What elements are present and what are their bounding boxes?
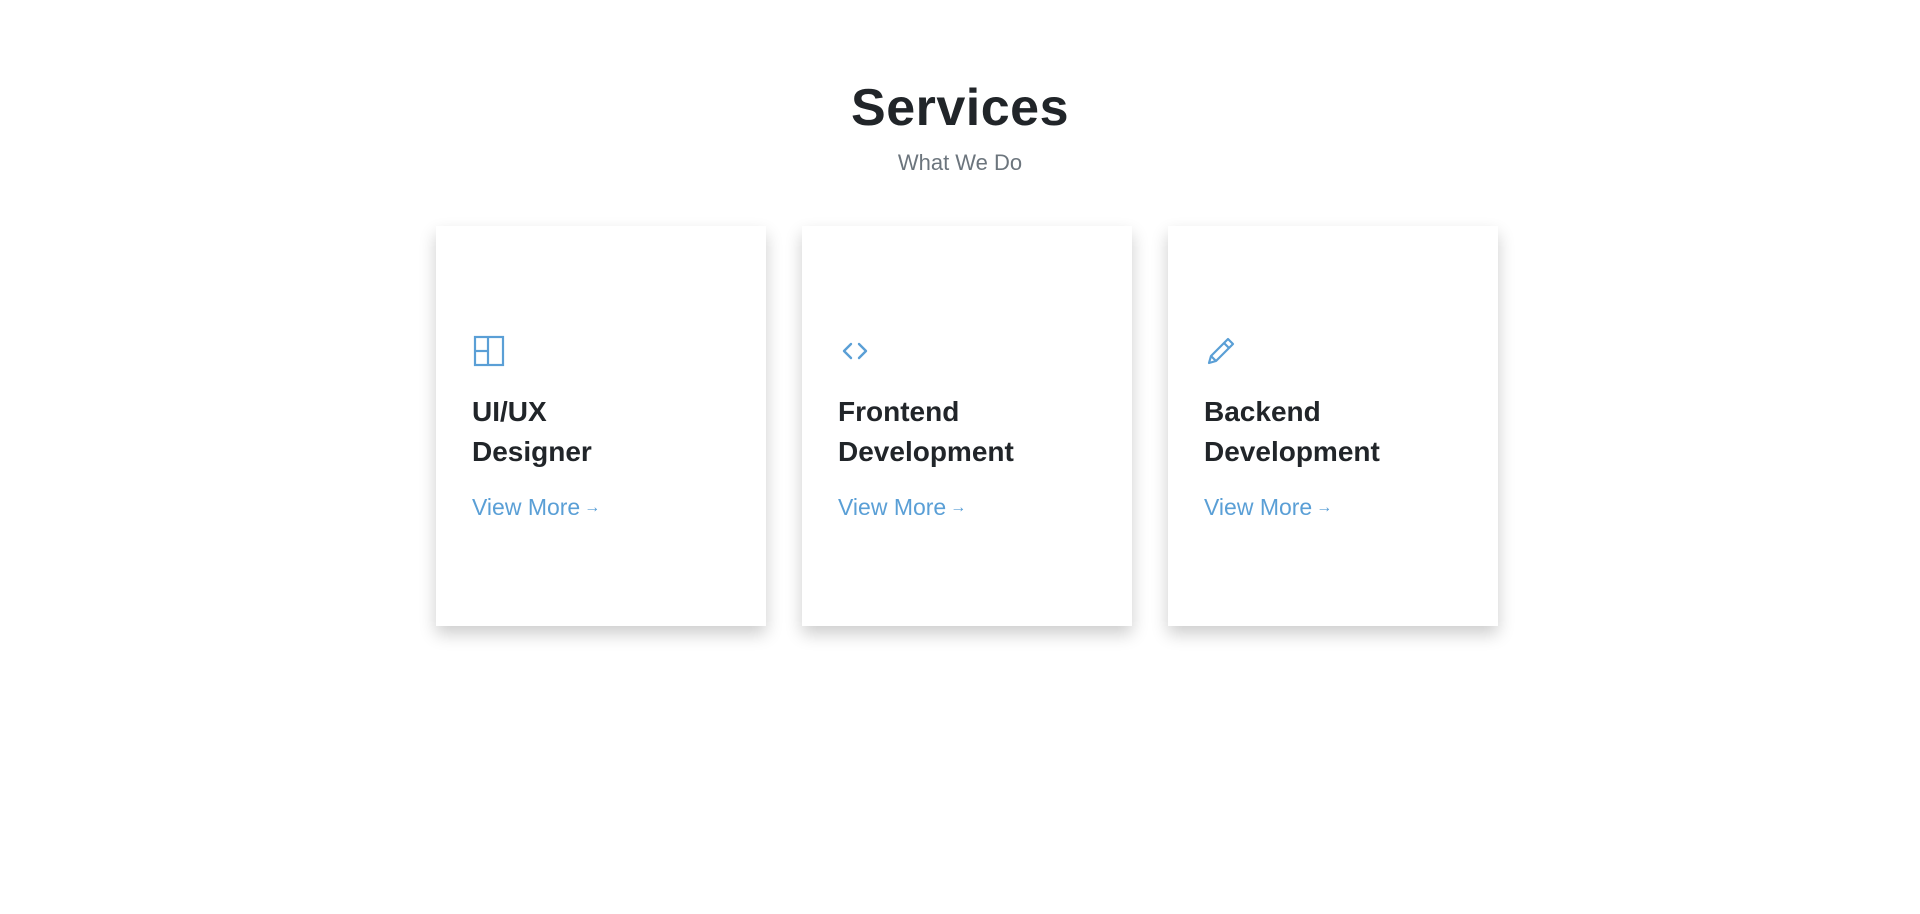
card-title: Backend Development <box>1204 396 1380 467</box>
view-more-label: View More <box>1204 494 1313 520</box>
service-card-backend: Backend Development View More → <box>1168 226 1498 626</box>
section-title: Services <box>851 79 1069 137</box>
arrow-right-icon: → <box>950 498 967 516</box>
service-card-uiux: UI/UX Designer View More → <box>436 226 766 626</box>
layout-icon <box>472 334 506 368</box>
services-section: Services What We Do UI/UX Designer View … <box>0 0 1920 914</box>
arrow-right-icon: → <box>584 498 601 516</box>
card-title: UI/UX Designer <box>472 396 592 467</box>
pencil-icon <box>1204 334 1238 368</box>
view-more-link[interactable]: View More → <box>472 494 600 521</box>
arrow-right-icon: → <box>1316 498 1333 516</box>
view-more-label: View More <box>472 494 581 520</box>
card-title: Frontend Development <box>838 396 1014 467</box>
service-card-frontend: Frontend Development View More → <box>802 226 1132 626</box>
view-more-link[interactable]: View More → <box>1204 494 1332 521</box>
services-cards: UI/UX Designer View More → Frontend Deve… <box>436 226 1498 626</box>
view-more-link[interactable]: View More → <box>838 494 966 521</box>
view-more-label: View More <box>838 494 947 520</box>
code-icon <box>838 334 872 368</box>
section-subtitle: What We Do <box>897 150 1023 175</box>
